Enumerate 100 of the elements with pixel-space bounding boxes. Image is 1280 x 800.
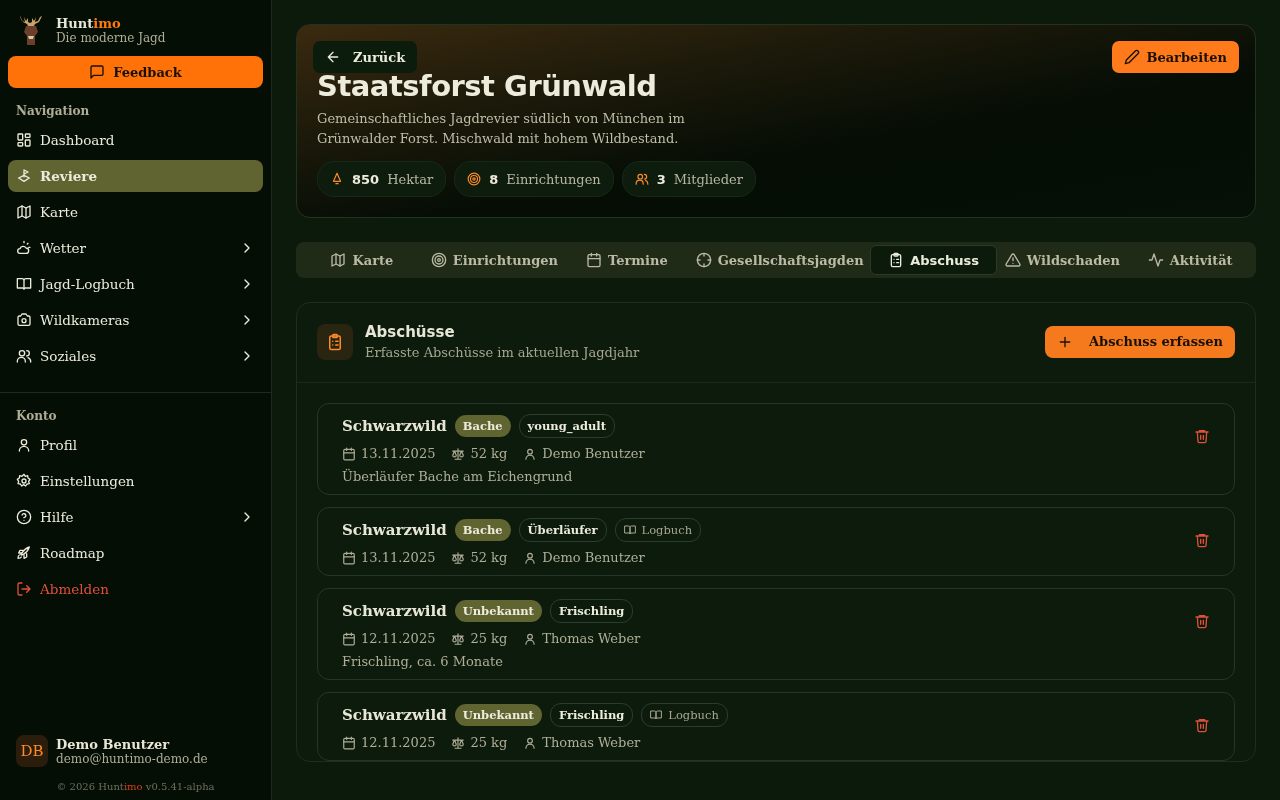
hunter-name: Thomas Weber xyxy=(542,735,641,750)
brand-name: Huntimo xyxy=(56,15,122,31)
tree-icon xyxy=(330,172,344,186)
harvest-weight: 52 kg xyxy=(470,446,508,461)
sidebar-item-label: Roadmap xyxy=(40,545,106,561)
delete-button[interactable] xyxy=(1194,717,1210,735)
logout-icon xyxy=(16,581,32,597)
sidebar-item-label: Hilfe xyxy=(40,509,75,525)
species-name: Schwarzwild xyxy=(342,417,447,435)
sidebar-item[interactable]: Karte xyxy=(8,196,263,228)
hunter-name: Demo Benutzer xyxy=(542,446,645,461)
user-icon xyxy=(523,631,538,646)
tab[interactable]: Einrichtungen xyxy=(426,245,562,275)
species-name: Schwarzwild xyxy=(342,602,447,620)
scale-icon xyxy=(451,735,466,750)
hunter-name: Thomas Weber xyxy=(542,631,641,646)
sidebar-item[interactable]: Soziales xyxy=(8,340,263,372)
delete-button[interactable] xyxy=(1194,613,1210,631)
user-icon xyxy=(523,446,538,461)
calendar-icon xyxy=(342,735,356,750)
version-footer: © 2026 Huntimo v0.5.41-alpha xyxy=(8,775,263,800)
harvest-note: Frischling, ca. 6 Monate xyxy=(342,654,504,669)
nav-section-title: Navigation xyxy=(15,103,91,120)
users-icon xyxy=(16,348,32,364)
book-icon xyxy=(623,524,636,536)
calendar-icon xyxy=(342,631,356,646)
sidebar-item-label: Profil xyxy=(40,437,78,453)
page-description: Gemeinschaftliches Jagdrevier südlich von München im Grünwalder Forst. Mischwald mit hohem Wildbestand. xyxy=(317,110,686,148)
chat-icon xyxy=(89,64,106,80)
harvest-date: 12.11.2025 xyxy=(361,631,436,646)
sidebar-item-label: Reviere xyxy=(40,168,99,184)
trash-icon xyxy=(1194,717,1210,733)
sidebar-item[interactable]: Dashboard xyxy=(8,124,263,156)
delete-button[interactable] xyxy=(1194,428,1210,446)
sidebar-item[interactable]: Abmelden xyxy=(8,573,263,605)
activity-icon xyxy=(1147,252,1164,268)
trash-icon xyxy=(1194,532,1210,548)
tab[interactable]: Abschuss xyxy=(869,245,998,275)
trash-icon xyxy=(1194,428,1210,444)
harvest-entry[interactable]: Schwarzwild Bache young_adult 13.11.2025 52 kg Demo Benutzer Überläufer Bache am Eichengrund xyxy=(317,403,1235,495)
sidebar-item[interactable]: Einstellungen xyxy=(8,465,263,497)
harvest-date: 13.11.2025 xyxy=(361,550,436,565)
harvest-weight: 25 kg xyxy=(470,735,508,750)
stat-chip: 3 Mitglieder xyxy=(621,161,756,197)
add-harvest-button[interactable]: Abschuss erfassen xyxy=(1045,325,1235,358)
harvest-entry[interactable]: Schwarzwild Bache Überläufer Logbuch 13.11.2025 52 kg Demo Benutzer xyxy=(317,507,1235,576)
brand-tagline: Die moderne Jagd xyxy=(56,30,166,45)
harvest-entry[interactable]: Schwarzwild Unbekannt Frischling Logbuch 12.11.2025 25 kg Thomas Weber xyxy=(317,692,1235,761)
sidebar-item[interactable]: Profil xyxy=(8,429,263,461)
help-icon xyxy=(16,509,32,525)
target-icon xyxy=(467,172,482,186)
logbook-link[interactable]: Logbuch xyxy=(641,703,728,727)
sidebar-item-label: Abmelden xyxy=(40,581,110,597)
tab[interactable]: Karte xyxy=(299,245,425,275)
harvest-entry[interactable]: Schwarzwild Unbekannt Frischling 12.11.2025 25 kg Thomas Weber Frischling, ca. 6 Monate xyxy=(317,588,1235,680)
tab[interactable]: Aktivität xyxy=(1127,245,1253,275)
sex-tag: Bache xyxy=(454,415,511,437)
age-tag: Frischling xyxy=(549,599,634,623)
tab[interactable]: Wildschaden xyxy=(999,245,1126,275)
harvest-weight: 25 kg xyxy=(470,631,508,646)
harvest-date: 13.11.2025 xyxy=(361,446,436,461)
warning-icon xyxy=(1004,252,1021,268)
species-name: Schwarzwild xyxy=(342,521,447,539)
sidebar-item[interactable]: Jagd-Logbuch xyxy=(8,268,263,300)
target-icon xyxy=(430,252,447,268)
user-avatar: DB xyxy=(16,735,48,767)
sidebar-item[interactable]: Wetter xyxy=(8,232,263,264)
sidebar-item[interactable]: Reviere xyxy=(8,160,263,192)
scale-icon xyxy=(451,446,466,461)
user-icon xyxy=(523,550,538,565)
tab[interactable]: Termine xyxy=(563,245,690,275)
stat-chip: 850 Hektar xyxy=(317,161,447,197)
weather-icon xyxy=(16,240,32,256)
camera-icon xyxy=(16,312,32,328)
feedback-button[interactable]: Feedback xyxy=(8,56,263,88)
back-button[interactable]: Zurück xyxy=(313,41,418,73)
sidebar-item-label: Wetter xyxy=(40,240,88,256)
tab[interactable]: Gesellschaftsjagden xyxy=(691,245,868,275)
species-name: Schwarzwild xyxy=(342,706,447,724)
calendar-icon xyxy=(586,252,602,268)
delete-button[interactable] xyxy=(1194,532,1210,550)
stat-chip: 8 Einrichtungen xyxy=(454,161,614,197)
arrow-left-icon xyxy=(325,49,341,65)
sidebar-item[interactable]: Wildkameras xyxy=(8,304,263,336)
rocket-icon xyxy=(16,545,32,561)
sidebar-item[interactable]: Roadmap xyxy=(8,537,263,569)
user-email: demo@huntimo-demo.de xyxy=(56,751,208,766)
sidebar-item[interactable]: Hilfe xyxy=(8,501,263,533)
sex-tag: Unbekannt xyxy=(454,704,542,726)
book-icon xyxy=(16,276,32,292)
age-tag: Überläufer xyxy=(518,518,607,542)
harvest-note: Überläufer Bache am Eichengrund xyxy=(342,469,574,484)
nav-section-title: Konto xyxy=(15,408,58,425)
edit-button[interactable]: Bearbeiten xyxy=(1112,41,1239,73)
scale-icon xyxy=(451,631,466,646)
sidebar-item-label: Karte xyxy=(40,204,79,220)
book-icon xyxy=(650,709,663,721)
logbook-link[interactable]: Logbuch xyxy=(614,518,702,542)
sidebar-item-label: Soziales xyxy=(40,348,98,364)
scale-icon xyxy=(451,550,466,565)
